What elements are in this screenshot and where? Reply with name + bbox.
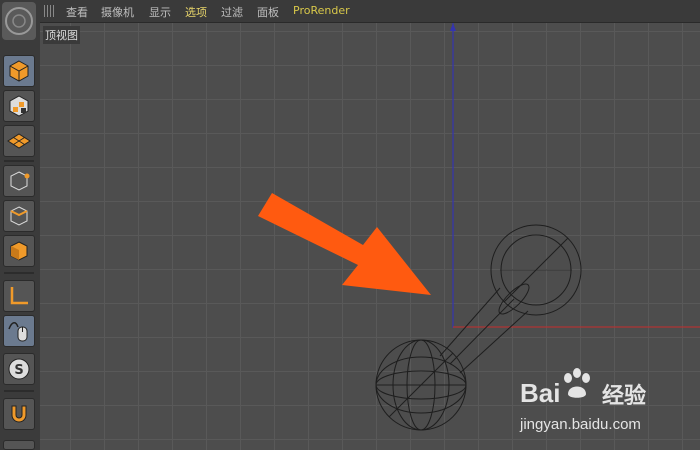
polygon-mode-icon xyxy=(10,241,28,261)
point-mode-icon xyxy=(10,171,30,191)
menu-options[interactable]: 选项 xyxy=(185,4,207,20)
workplane-button[interactable] xyxy=(3,125,35,157)
palette-separator xyxy=(4,272,34,274)
paw-logo-icon xyxy=(564,368,590,398)
watermark-brand-suffix: 经验 xyxy=(602,383,647,408)
tweak-mouse-icon xyxy=(8,322,28,342)
menu-prorender[interactable]: ProRender xyxy=(293,4,350,17)
menubar-grip-icon[interactable] xyxy=(44,5,56,17)
cube-tool-icon xyxy=(9,60,29,82)
polygon-mode-button[interactable] xyxy=(3,235,35,267)
texture-mode-button[interactable] xyxy=(3,90,35,122)
edge-mode-button[interactable] xyxy=(3,200,35,232)
menu-filter[interactable]: 过滤 xyxy=(221,4,243,20)
axis-icon xyxy=(10,287,28,305)
c4d-app: S 查看 摄像机 显示 选项 过滤 面板 ProRender 顶视图 Bai 经… xyxy=(0,0,700,450)
cube-tool-button[interactable] xyxy=(3,55,35,87)
viewport-menubar: 查看 摄像机 显示 选项 过滤 面板 ProRender xyxy=(40,0,700,23)
menu-camera[interactable]: 摄像机 xyxy=(101,4,134,20)
more-tools-button[interactable] xyxy=(3,440,35,450)
axis-mode-button[interactable] xyxy=(3,280,35,312)
y-axis-arrowhead xyxy=(450,23,456,31)
edge-mode-icon xyxy=(10,206,28,226)
snap-s-icon: S xyxy=(8,358,30,380)
app-logo-icon[interactable] xyxy=(2,2,36,40)
tweak-mode-button[interactable] xyxy=(3,315,35,347)
baidu-watermark: Bai 经验 jingyan.baidu.com xyxy=(520,368,690,438)
tool-palette: S xyxy=(0,0,41,450)
grid-plane-icon xyxy=(7,133,31,149)
palette-separator xyxy=(4,160,34,162)
menu-display[interactable]: 显示 xyxy=(149,4,171,20)
magnet-button[interactable] xyxy=(3,398,35,430)
magnet-icon xyxy=(11,405,27,423)
menu-view[interactable]: 查看 xyxy=(66,4,88,20)
snap-button[interactable]: S xyxy=(3,353,35,385)
watermark-url: jingyan.baidu.com xyxy=(520,416,641,433)
palette-separator xyxy=(4,390,34,392)
menu-panel[interactable]: 面板 xyxy=(257,4,279,20)
watermark-brand: Bai xyxy=(520,378,561,408)
top-viewport[interactable]: 顶视图 Bai 经验 jingyan.baidu.com xyxy=(40,23,700,450)
svg-text:S: S xyxy=(14,363,23,378)
checker-texture-icon xyxy=(9,95,29,117)
annotation-arrow xyxy=(258,193,431,295)
point-mode-button[interactable] xyxy=(3,165,35,197)
